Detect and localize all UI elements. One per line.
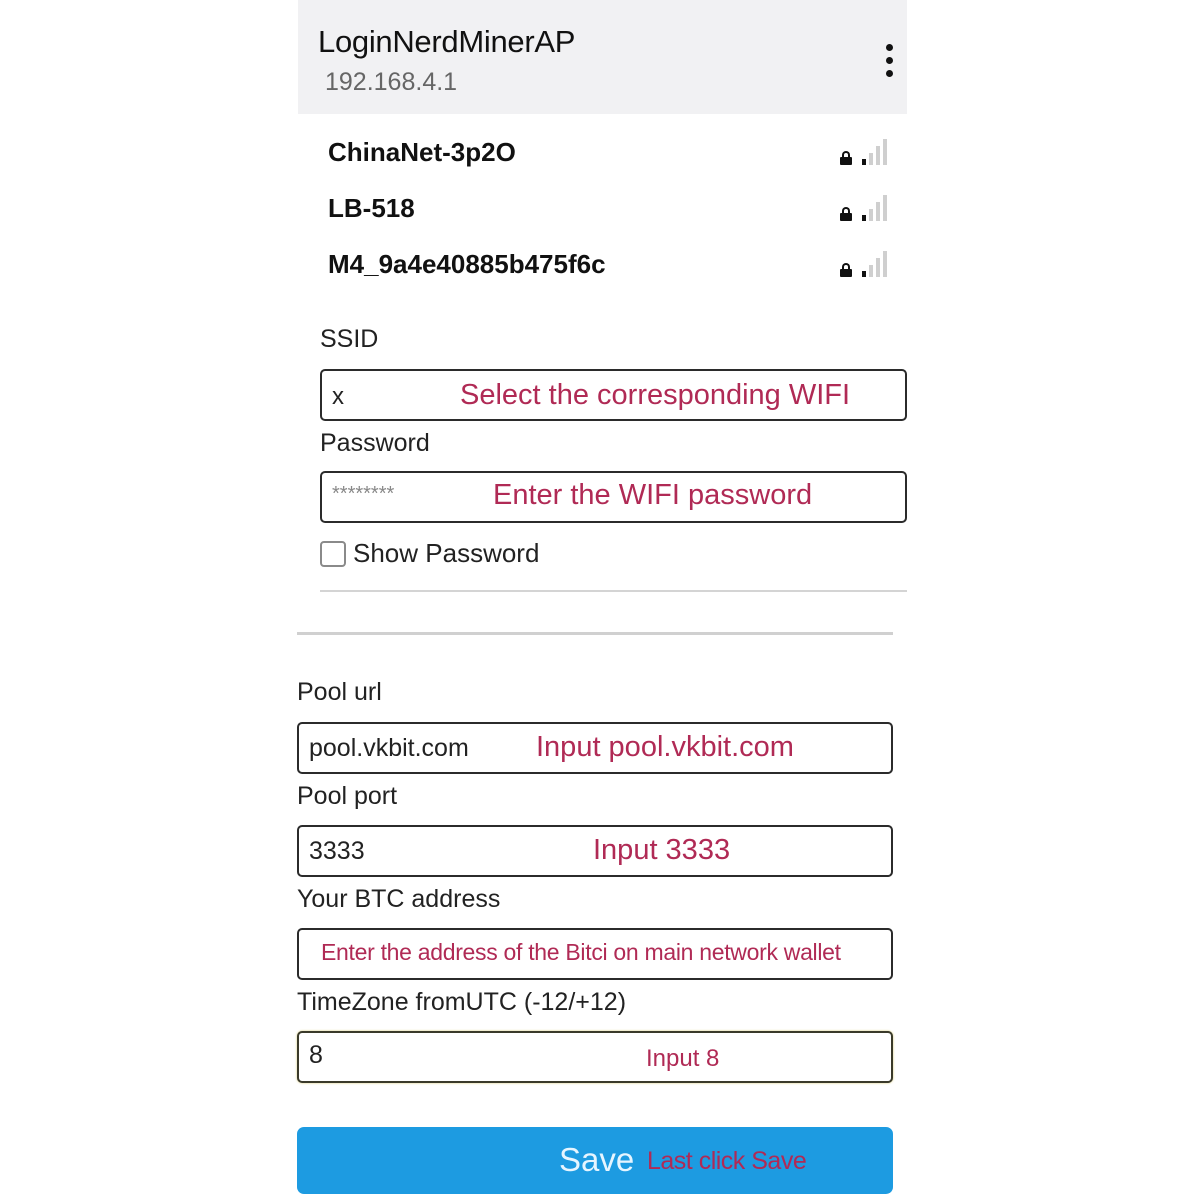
ssid-annotation: Select the corresponding WIFI bbox=[460, 379, 851, 411]
save-button-label: Save bbox=[559, 1141, 635, 1178]
btc-address-input[interactable]: Enter the address of the Bitci on main n… bbox=[297, 928, 893, 980]
wifi-network-item[interactable]: LB-518 bbox=[298, 180, 907, 236]
pool-url-value: pool.vkbit.com bbox=[309, 734, 469, 762]
pool-port-annotation: Input 3333 bbox=[593, 834, 731, 866]
save-button-annotation: Last click Save bbox=[647, 1147, 807, 1175]
page-title: LoginNerdMinerAP bbox=[318, 24, 576, 59]
pool-port-label: Pool port bbox=[297, 782, 398, 810]
ssid-input[interactable]: x Select the corresponding WIFI bbox=[320, 369, 907, 421]
wifi-network-item[interactable]: M4_9a4e40885b475f6c bbox=[298, 236, 907, 292]
wifi-network-list: ChinaNet-3p2O LB-518 M4_9a4e40885b475f6c bbox=[298, 124, 907, 292]
pool-port-value: 3333 bbox=[309, 837, 365, 865]
password-input[interactable]: ******** Enter the WIFI password bbox=[320, 471, 907, 523]
lock-icon bbox=[840, 263, 852, 277]
pool-port-input[interactable]: 3333 Input 3333 bbox=[297, 825, 893, 877]
divider bbox=[297, 632, 893, 635]
kebab-dot bbox=[886, 57, 893, 64]
pool-url-annotation: Input pool.vkbit.com bbox=[536, 731, 794, 763]
ssid-label: SSID bbox=[320, 325, 379, 353]
timezone-value: 8 bbox=[309, 1041, 323, 1069]
timezone-label: TimeZone fromUTC (-12/+12) bbox=[297, 988, 627, 1016]
show-password-checkbox[interactable] bbox=[320, 541, 346, 567]
status-bar bbox=[496, 0, 516, 6]
wifi-signal-icon bbox=[862, 251, 890, 277]
app-header: LoginNerdMinerAP 192.168.4.1 bbox=[298, 0, 907, 114]
pool-url-label: Pool url bbox=[297, 678, 382, 706]
password-label: Password bbox=[320, 429, 430, 457]
timezone-input[interactable]: 8 Input 8 bbox=[297, 1031, 893, 1083]
wifi-ssid: ChinaNet-3p2O bbox=[328, 137, 516, 167]
wifi-ssid: LB-518 bbox=[328, 193, 415, 223]
password-annotation: Enter the WIFI password bbox=[493, 479, 813, 511]
wifi-signal-icon bbox=[862, 195, 890, 221]
wifi-credentials-form: SSID x Select the corresponding WIFI Pas… bbox=[320, 325, 907, 581]
lock-icon bbox=[840, 151, 852, 165]
wifi-signal-icon bbox=[862, 139, 890, 165]
show-password-row: Show Password bbox=[320, 538, 907, 581]
miner-config-form: Pool url pool.vkbit.com Input pool.vkbit… bbox=[297, 678, 893, 1083]
show-password-label: Show Password bbox=[353, 538, 540, 568]
pool-url-input[interactable]: pool.vkbit.com Input pool.vkbit.com bbox=[297, 722, 893, 774]
kebab-dot bbox=[886, 70, 893, 77]
lock-icon bbox=[840, 207, 852, 221]
page-subtitle-ip: 192.168.4.1 bbox=[325, 68, 458, 96]
password-value: ******** bbox=[332, 483, 395, 505]
save-button[interactable]: Save Last click Save bbox=[297, 1127, 893, 1194]
kebab-dot bbox=[886, 44, 893, 51]
btc-address-annotation: Enter the address of the Bitci on main n… bbox=[321, 939, 841, 965]
divider bbox=[320, 590, 907, 592]
kebab-menu-icon[interactable] bbox=[882, 44, 898, 78]
btc-address-label: Your BTC address bbox=[297, 885, 501, 913]
wifi-network-item[interactable]: ChinaNet-3p2O bbox=[298, 124, 907, 180]
ssid-value: x bbox=[332, 383, 344, 410]
wifi-ssid: M4_9a4e40885b475f6c bbox=[328, 249, 606, 279]
timezone-annotation: Input 8 bbox=[646, 1045, 720, 1072]
